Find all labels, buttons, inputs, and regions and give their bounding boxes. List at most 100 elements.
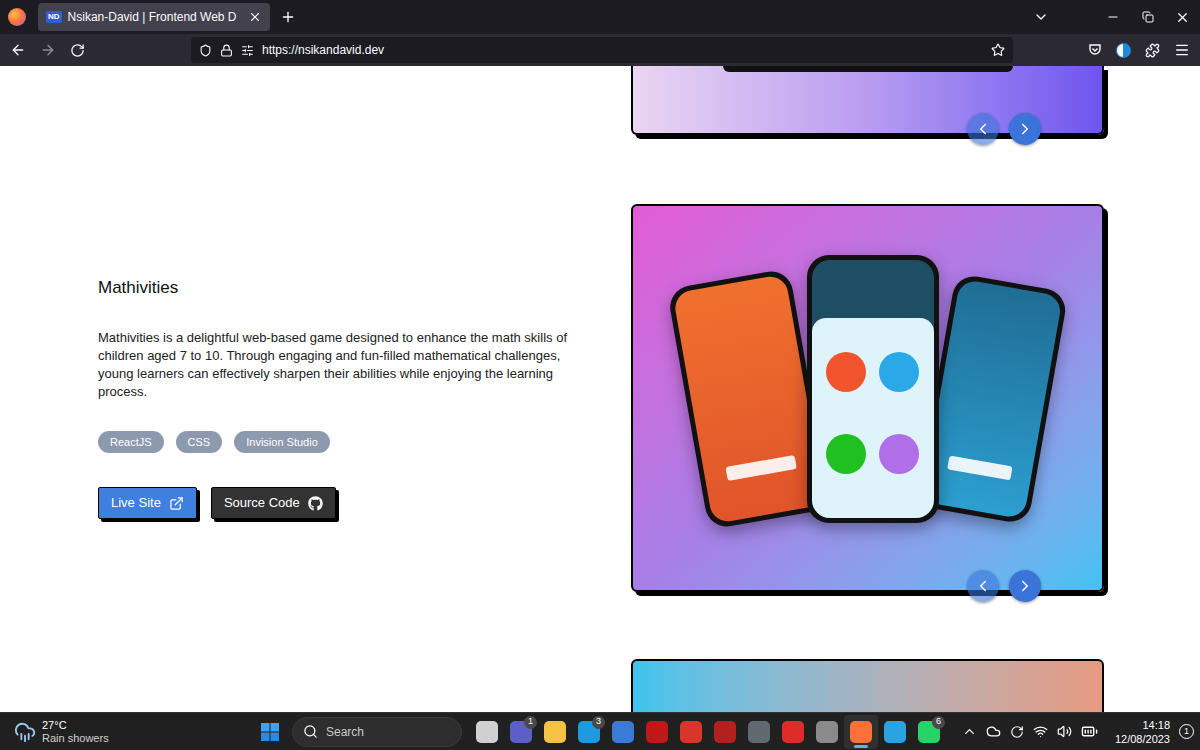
volume-icon[interactable] — [1057, 724, 1072, 739]
live-site-button[interactable]: Live Site — [98, 487, 197, 519]
app-icon — [544, 721, 566, 743]
back-icon[interactable] — [10, 42, 26, 58]
extensions-puzzle-icon[interactable] — [1145, 43, 1160, 58]
taskbar-app[interactable] — [708, 715, 742, 749]
nav-bar: https://nsikandavid.dev — [0, 34, 1200, 66]
chevron-right-icon — [1016, 120, 1034, 138]
app-badge: 1 — [524, 716, 537, 729]
weather-temperature: 27°C — [42, 719, 109, 732]
project-description: Mathivities is a delightful web-based ga… — [98, 329, 579, 401]
app-icon — [680, 721, 702, 743]
tech-tag: CSS — [176, 431, 223, 453]
project-title: Mathivities — [98, 277, 579, 299]
taskbar: 27°CRain showers Search 1 3 6 14:1812/08/2023… — [0, 712, 1200, 750]
carousel-controls — [967, 113, 1041, 145]
notification-badge[interactable]: 1 — [1179, 724, 1194, 739]
lock-icon[interactable] — [220, 44, 233, 57]
app-icon — [884, 721, 906, 743]
project-card — [631, 659, 1104, 712]
url-text: https://nsikandavid.dev — [262, 41, 983, 59]
taskbar-app[interactable]: 1 — [504, 715, 538, 749]
app-icon — [816, 721, 838, 743]
active-indicator — [854, 745, 868, 748]
taskbar-app[interactable] — [538, 715, 572, 749]
minimize-icon — [1106, 10, 1120, 24]
taskbar-app[interactable] — [878, 715, 912, 749]
permissions-icon[interactable] — [241, 44, 254, 57]
weather-rain-icon — [14, 721, 36, 743]
phone-mockup-bottom — [723, 66, 1013, 72]
wifi-icon[interactable] — [1033, 724, 1048, 739]
taskbar-app[interactable] — [742, 715, 776, 749]
tray-overflow-icon[interactable] — [962, 724, 977, 739]
app-icon — [850, 721, 872, 743]
pocket-icon[interactable] — [1088, 43, 1102, 57]
weather-widget[interactable]: 27°CRain showers — [0, 719, 260, 745]
project-info: Mathivities Mathivities is a delightful w… — [0, 277, 631, 519]
phone-mockups — [687, 255, 1049, 523]
tab-strip: NDNsikan-David | Frontend Web D — [0, 0, 1200, 34]
taskbar-app[interactable] — [640, 715, 674, 749]
taskbar-search[interactable]: Search — [292, 717, 462, 747]
windows-start-icon[interactable] — [260, 722, 280, 742]
new-tab-icon[interactable] — [280, 9, 296, 25]
project-section — [0, 66, 1200, 135]
clock-date: 12/08/2023 — [1115, 732, 1170, 746]
project-section: Mathivities Mathivities is a delightful w… — [0, 204, 1200, 592]
chevron-right-icon — [1016, 577, 1034, 595]
reload-icon[interactable] — [70, 43, 85, 58]
project-card — [631, 66, 1104, 135]
app-badge: 3 — [592, 716, 605, 729]
tab-title: Nsikan-David | Frontend Web D — [68, 8, 242, 26]
app-icon — [612, 721, 634, 743]
taskbar-app[interactable]: 6 — [912, 715, 946, 749]
source-code-button[interactable]: Source Code — [211, 487, 336, 519]
app-icon — [748, 721, 770, 743]
minimize-button[interactable] — [1095, 10, 1130, 24]
taskbar-app[interactable] — [844, 715, 878, 749]
forward-icon[interactable] — [40, 42, 56, 58]
taskbar-app[interactable]: 3 — [572, 715, 606, 749]
app-icon — [646, 721, 668, 743]
taskbar-app[interactable] — [674, 715, 708, 749]
carousel-next-button[interactable] — [1009, 570, 1041, 602]
clock-time: 14:18 — [1142, 718, 1170, 732]
search-icon — [303, 724, 318, 739]
close-window-button[interactable] — [1165, 10, 1200, 25]
project-buttons: Live Site Source Code — [98, 487, 579, 519]
firefox-logo-icon[interactable] — [8, 8, 26, 26]
carousel-prev-button[interactable] — [967, 570, 999, 602]
taskbar-app[interactable] — [776, 715, 810, 749]
close-tab-icon[interactable] — [248, 10, 262, 24]
clock[interactable]: 14:1812/08/2023 — [1115, 718, 1170, 746]
carousel-next-button[interactable] — [1009, 113, 1041, 145]
external-link-icon — [169, 496, 184, 511]
restore-button[interactable] — [1130, 11, 1165, 23]
search-placeholder: Search — [326, 723, 364, 741]
app-icon — [476, 721, 498, 743]
battery-icon[interactable] — [1081, 723, 1098, 740]
tab-list-icon[interactable] — [1033, 9, 1049, 25]
menu-icon[interactable] — [1174, 42, 1190, 58]
sync-icon[interactable] — [1010, 725, 1024, 739]
carousel-controls — [967, 570, 1041, 602]
github-icon — [308, 496, 323, 511]
app-icon — [714, 721, 736, 743]
project-section — [0, 659, 1200, 712]
onedrive-icon[interactable] — [986, 724, 1001, 739]
browser-tab[interactable]: NDNsikan-David | Frontend Web D — [38, 3, 270, 31]
taskbar-app[interactable] — [606, 715, 640, 749]
taskbar-app[interactable] — [810, 715, 844, 749]
extension-icon[interactable] — [1116, 43, 1131, 58]
url-field[interactable]: https://nsikandavid.dev — [191, 37, 1013, 63]
carousel-prev-button[interactable] — [967, 113, 999, 145]
system-tray: 14:1812/08/2023 1 — [962, 718, 1200, 746]
chevron-left-icon — [974, 120, 992, 138]
project-card — [631, 204, 1104, 592]
shield-icon[interactable] — [199, 44, 212, 57]
chevron-left-icon — [974, 577, 992, 595]
taskbar-app[interactable] — [470, 715, 504, 749]
bookmark-star-icon[interactable] — [991, 43, 1005, 57]
taskbar-apps: 1 3 6 — [470, 715, 946, 749]
app-icon — [782, 721, 804, 743]
